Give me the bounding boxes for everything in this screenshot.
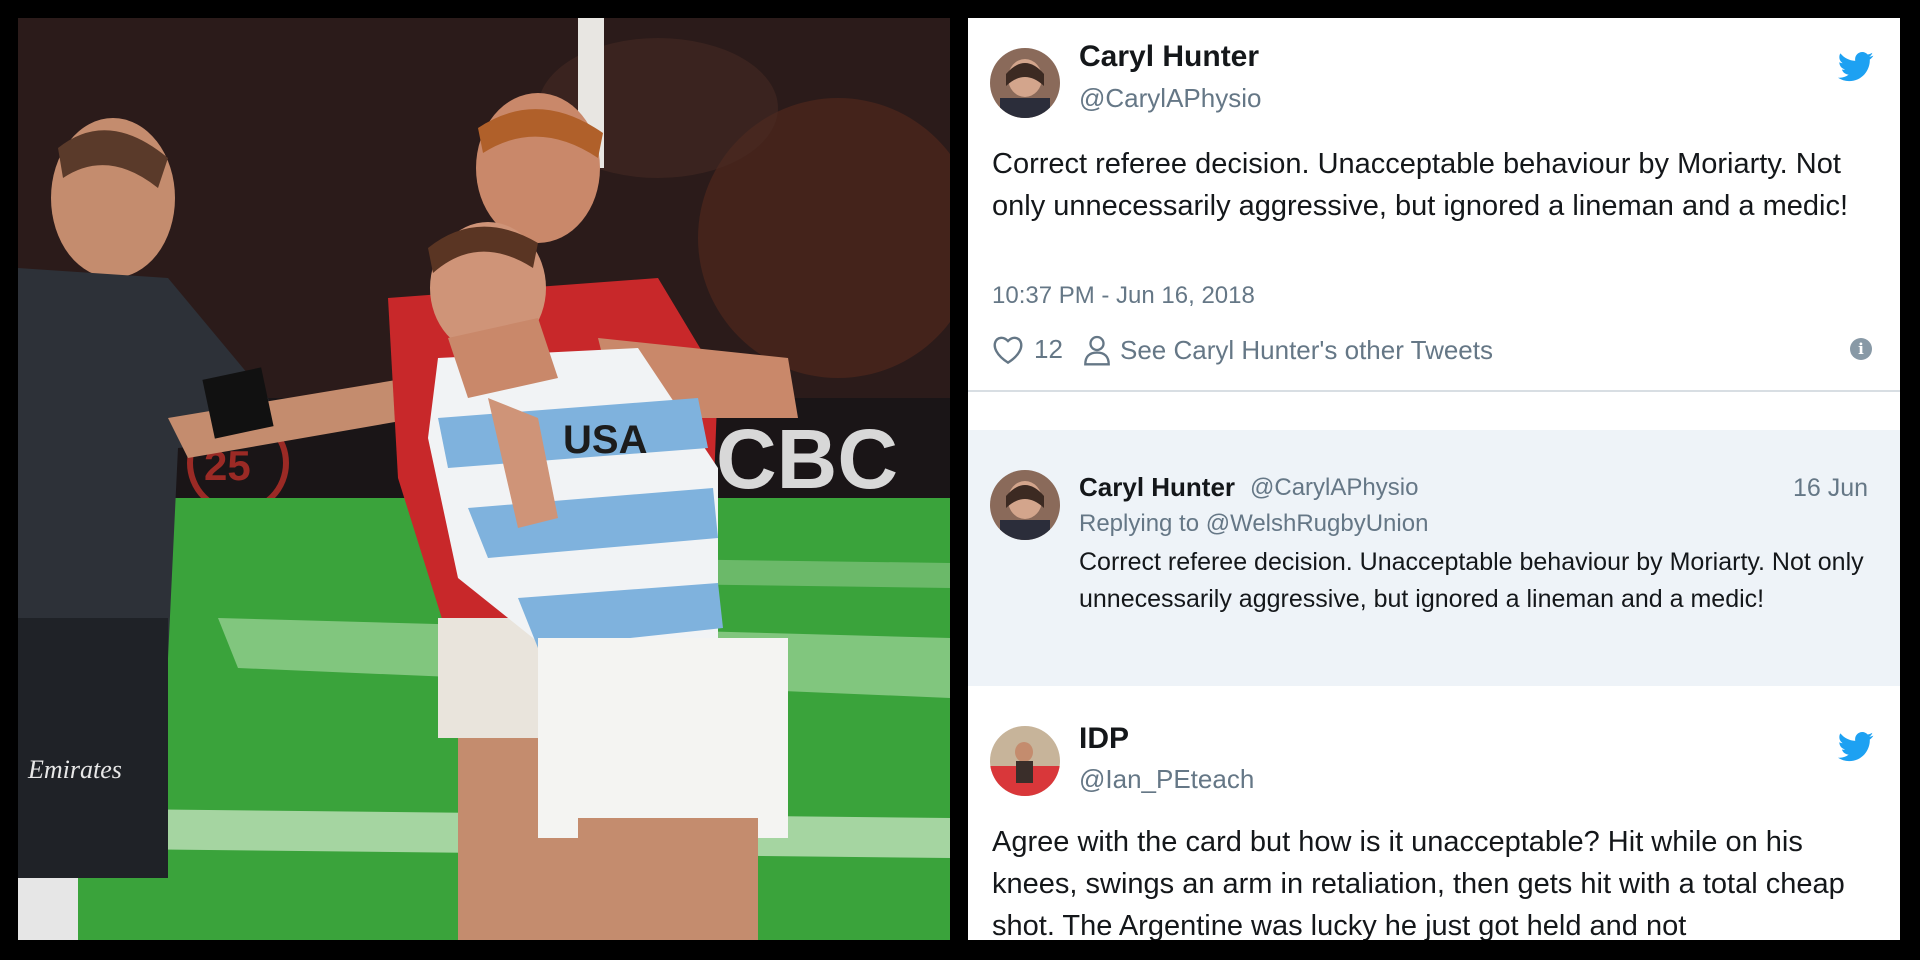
reply-date[interactable]: 16 Jun — [1793, 474, 1868, 503]
tweet-timestamp[interactable]: 10:37 PM - Jun 16, 2018 — [992, 282, 1255, 310]
reply-text: Correct referee decision. Unacceptable b… — [1079, 548, 1864, 613]
author-handle[interactable]: @CarylAPhysio — [1250, 474, 1418, 502]
other-tweets-link[interactable]: See Caryl Hunter's other Tweets — [1084, 334, 1493, 366]
avatar-image — [990, 470, 1060, 540]
heart-icon — [993, 336, 1023, 364]
replying-to[interactable]: Replying to @WelshRugbyUnion — [1079, 510, 1428, 538]
author-name[interactable]: Caryl Hunter — [1079, 40, 1259, 74]
avatar[interactable] — [990, 470, 1060, 540]
tweets-panel: Caryl Hunter @CarylAPhysio Correct refer… — [968, 18, 1900, 940]
divider — [968, 390, 1900, 392]
sleeve-text: Emirates — [27, 755, 122, 784]
tweet-text: Agree with the card but how is it unacce… — [992, 826, 1845, 940]
info-icon[interactable]: i — [1850, 338, 1872, 360]
reply-card[interactable]: Caryl Hunter @CarylAPhysio 16 Jun Replyi… — [968, 430, 1900, 686]
avatar[interactable] — [990, 48, 1060, 118]
like-count: 12 — [1034, 334, 1063, 364]
rugby-photo: CBC 25 Emirates USA — [18, 18, 950, 940]
shirt-text: USA — [563, 418, 647, 462]
author-handle[interactable]: @Ian_PEteach — [1079, 764, 1254, 795]
avatar-image — [990, 48, 1060, 118]
author-handle[interactable]: @CarylAPhysio — [1079, 83, 1261, 114]
like-button[interactable]: 12 — [992, 334, 1063, 365]
board-text: CBC — [716, 412, 898, 506]
avatar-image — [990, 726, 1060, 796]
rugby-scene: CBC 25 Emirates USA — [18, 18, 950, 940]
person-icon — [1084, 335, 1110, 366]
twitter-bird-icon[interactable] — [1838, 52, 1874, 82]
avatar[interactable] — [990, 726, 1060, 796]
other-tweets-label: See Caryl Hunter's other Tweets — [1120, 334, 1493, 365]
twitter-bird-icon[interactable] — [1838, 732, 1874, 762]
tweet-text: Correct referee decision. Unacceptable b… — [992, 148, 1848, 222]
author-name[interactable]: Caryl Hunter — [1079, 472, 1235, 503]
author-name[interactable]: IDP — [1079, 722, 1129, 756]
